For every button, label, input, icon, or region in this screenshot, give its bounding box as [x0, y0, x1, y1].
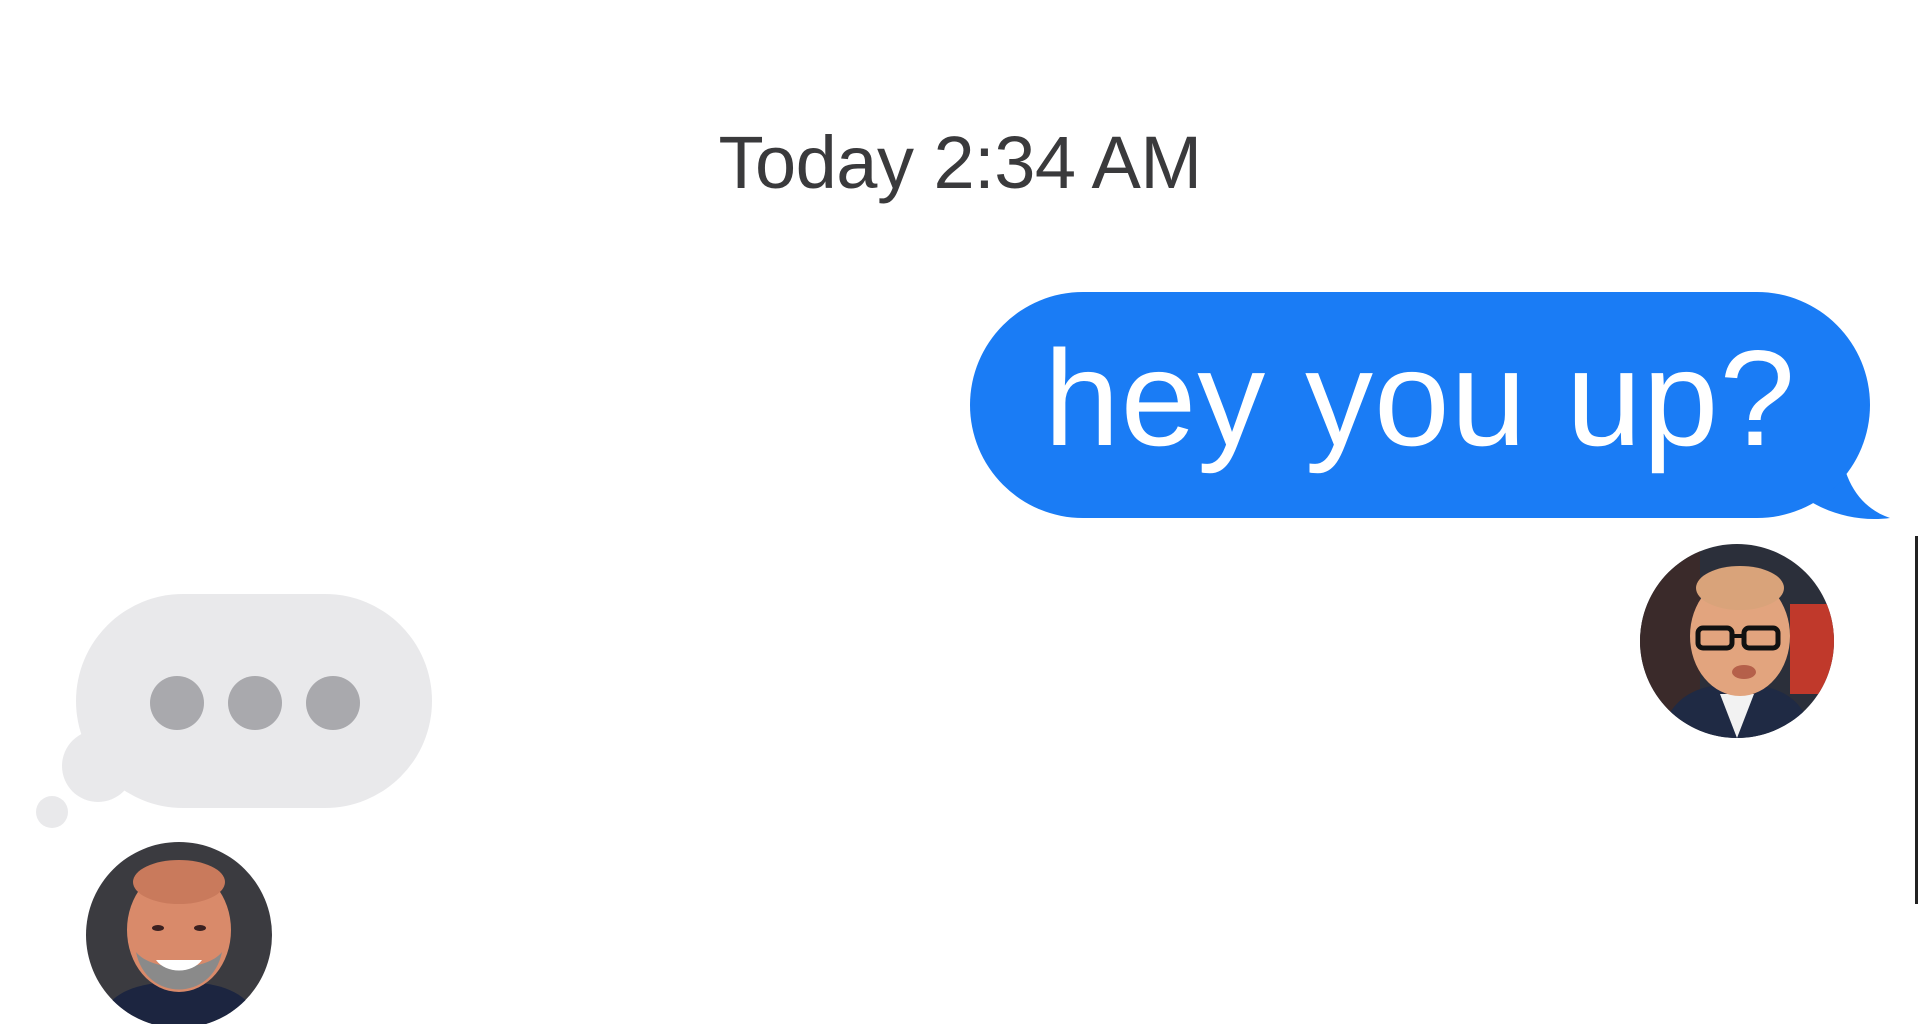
typing-dot: [228, 676, 282, 730]
bald-man-glasses-avatar-icon: [1640, 544, 1834, 738]
smiling-bearded-man-avatar-icon: [86, 842, 272, 1024]
typing-dot: [306, 676, 360, 730]
edge-divider: [1915, 536, 1918, 904]
outgoing-message-text: hey you up?: [1043, 322, 1797, 474]
timestamp-label: Today 2:34 AM: [0, 120, 1920, 205]
typing-dot: [150, 676, 204, 730]
sender-avatar[interactable]: [1640, 544, 1834, 738]
timestamp-text: Today 2:34 AM: [718, 121, 1202, 204]
message-thread: Today 2:34 AM hey you up?: [0, 0, 1920, 1024]
outgoing-message-bubble[interactable]: hey you up?: [970, 292, 1870, 518]
typing-bubble-tail-small: [36, 796, 68, 828]
recipient-avatar[interactable]: [86, 842, 272, 1024]
